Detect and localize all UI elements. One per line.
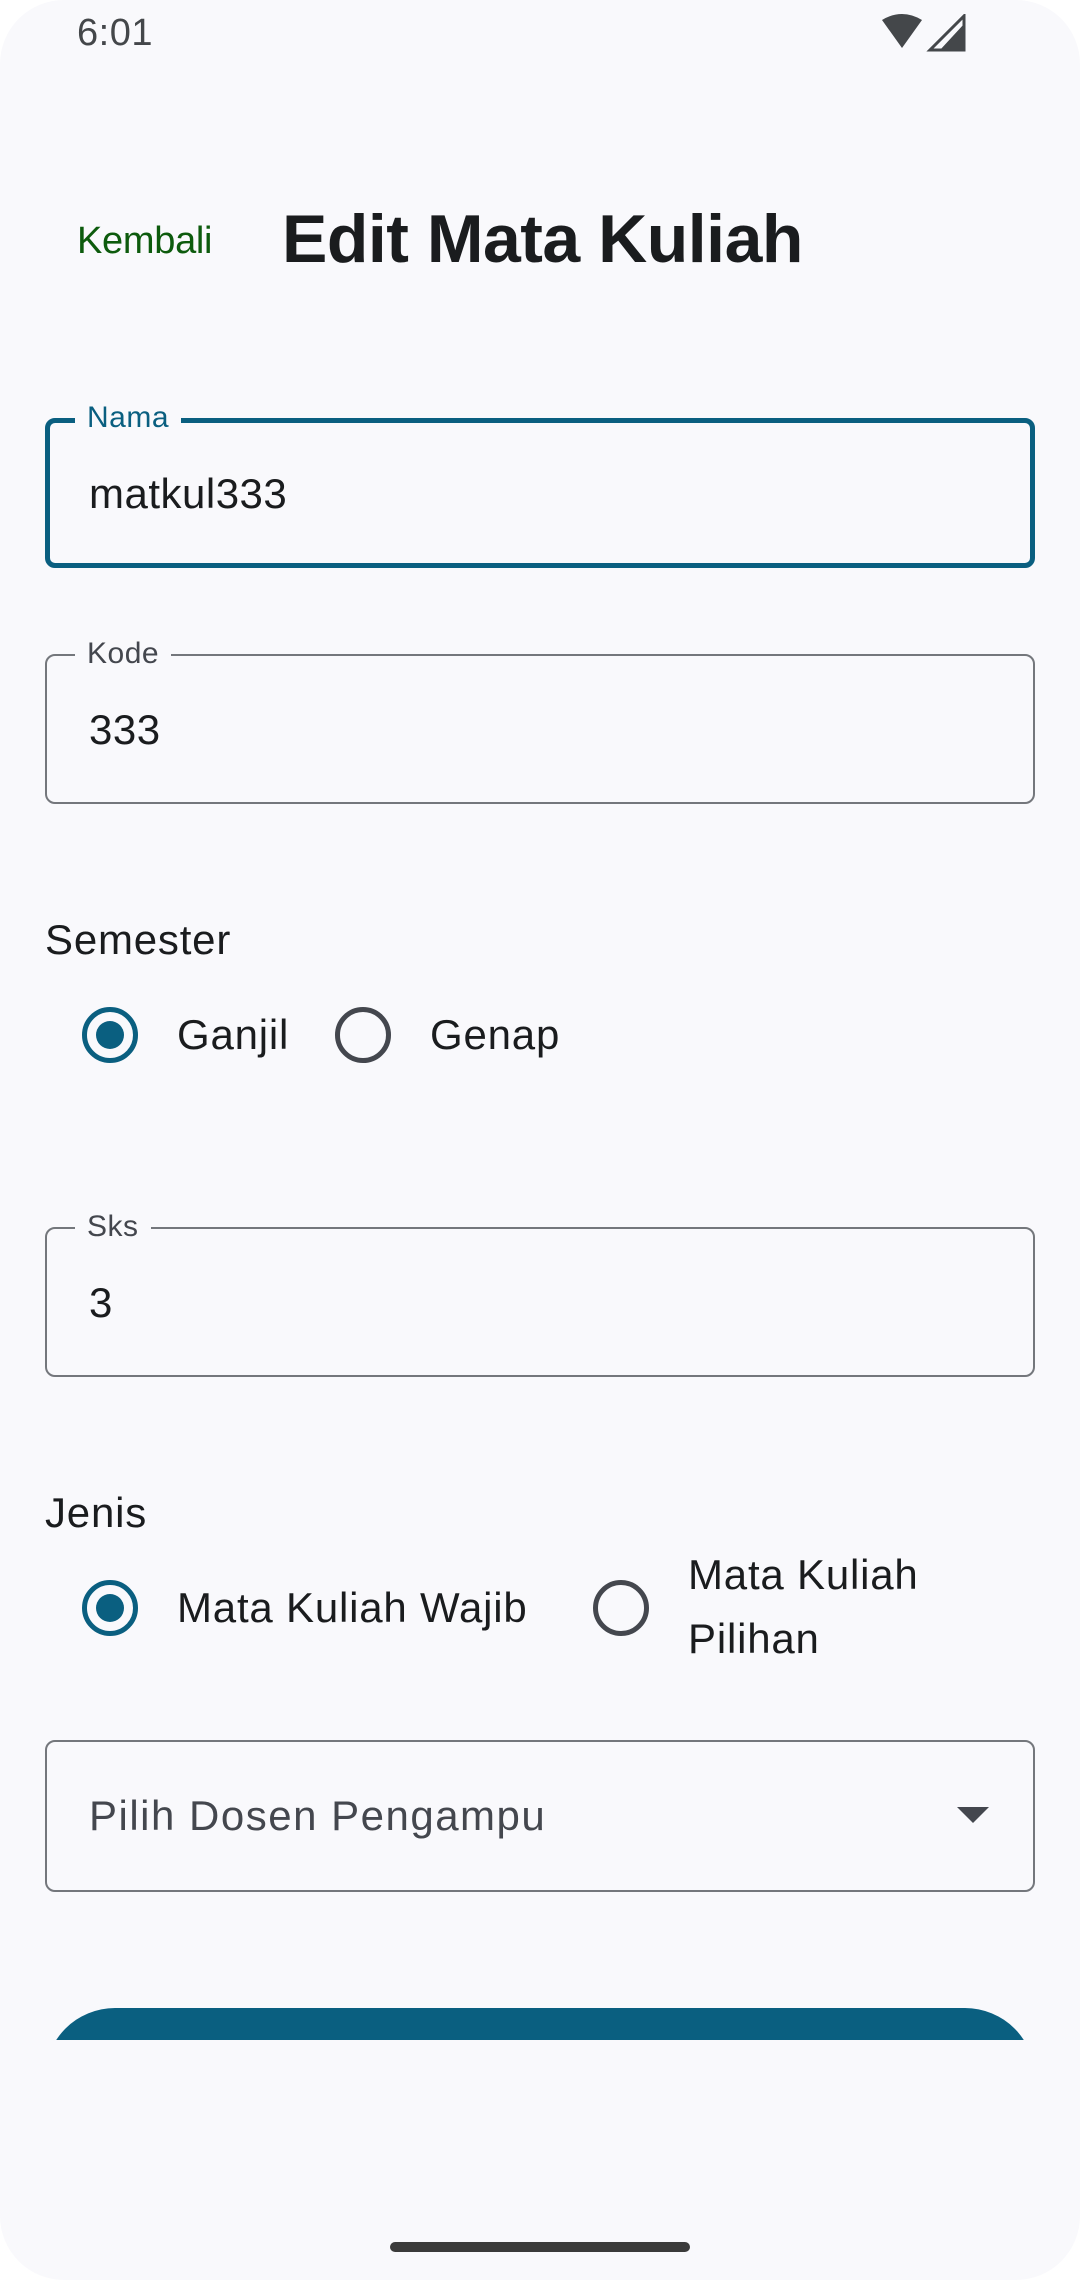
- jenis-wajib-label[interactable]: Mata Kuliah Wajib: [177, 1576, 528, 1640]
- jenis-wajib-radio[interactable]: [82, 1580, 138, 1636]
- kode-field-value: 333: [89, 706, 161, 753]
- status-time: 6:01: [77, 12, 153, 54]
- page-title: Edit Mata Kuliah: [282, 201, 803, 277]
- jenis-pilihan-radio[interactable]: [593, 1580, 649, 1636]
- sks-field-value: 3: [89, 1279, 113, 1326]
- dosen-dropdown[interactable]: Pilih Dosen Pengampu: [45, 1740, 1035, 1892]
- semester-genap-radio[interactable]: [335, 1007, 391, 1063]
- semester-genap-label[interactable]: Genap: [430, 1003, 560, 1067]
- submit-button[interactable]: [45, 2008, 1035, 2040]
- nama-field[interactable]: Nama matkul333: [45, 400, 1035, 568]
- dosen-dropdown-placeholder: Pilih Dosen Pengampu: [89, 1792, 547, 1839]
- kode-field-label: Kode: [75, 636, 172, 672]
- sks-field-label: Sks: [75, 1209, 151, 1245]
- gesture-navigation-bar[interactable]: [390, 2242, 690, 2252]
- arrow-drop-down-icon: [957, 1807, 989, 1823]
- semester-ganjil-radio[interactable]: [82, 1007, 138, 1063]
- back-link[interactable]: Kembali: [77, 220, 212, 263]
- nama-field-label: Nama: [75, 400, 182, 436]
- app-screen: 6:01 Kembali Edit Mata Kuliah Nama matku…: [0, 0, 1080, 2280]
- wifi-icon: [882, 12, 966, 52]
- sks-field[interactable]: Sks 3: [45, 1209, 1035, 1377]
- nama-field-value: matkul333: [89, 470, 288, 517]
- kode-field[interactable]: Kode 333: [45, 636, 1035, 804]
- semester-ganjil-label[interactable]: Ganjil: [177, 1003, 289, 1067]
- semester-label: Semester: [45, 916, 232, 963]
- jenis-pilihan-label[interactable]: Mata Kuliah Pilihan: [688, 1543, 988, 1671]
- submit-button-area: [0, 2000, 1080, 2040]
- jenis-label: Jenis: [45, 1489, 148, 1536]
- status-icons: [880, 12, 980, 54]
